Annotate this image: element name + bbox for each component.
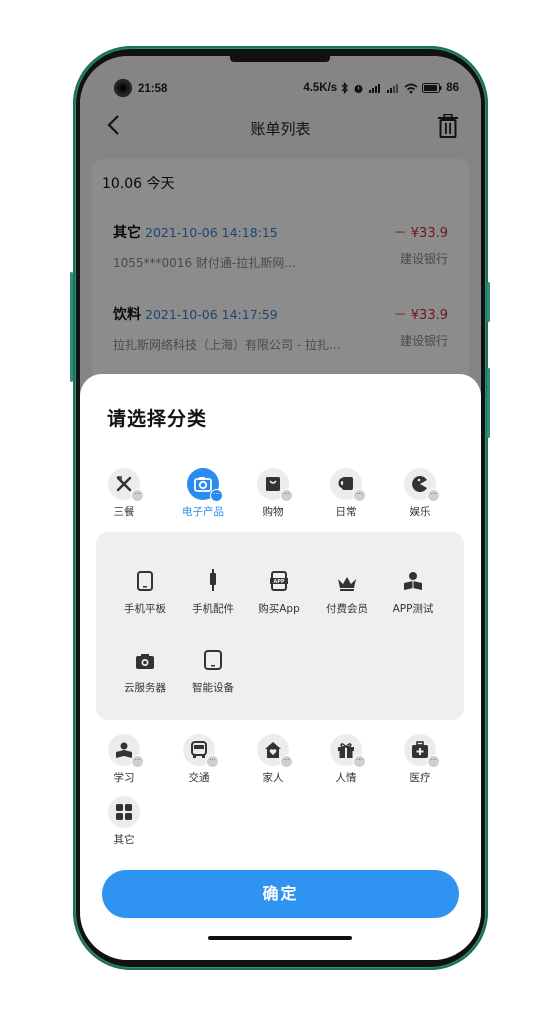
medical-kit-icon: ··· [404,734,440,768]
usb-cable-icon [178,565,248,591]
subcategory-phone-tablet[interactable]: 手机平板 [110,565,180,616]
category-electronics[interactable]: ··· 电子产品 [175,468,231,519]
category-label: 其它 [113,834,135,846]
category-meals[interactable]: ··· 三餐 [96,468,152,519]
category-label: 人情 [335,772,357,784]
more-icon: ··· [131,755,144,768]
speaker-slot [230,56,330,62]
side-button [487,282,490,322]
category-gifts[interactable]: ··· 人情 [318,734,374,785]
more-icon: ··· [427,489,440,502]
subcategory-label: 购买App [258,603,300,615]
svg-text:APP: APP [273,579,285,585]
home-heart-icon: ··· [257,734,293,768]
category-label: 购物 [262,506,284,518]
more-icon: ··· [353,755,366,768]
subcategory-label: APP测试 [392,603,434,615]
category-medical[interactable]: ··· 医疗 [392,734,448,785]
app-badge-icon: APP [244,565,314,591]
category-other[interactable]: 其它 [96,796,152,847]
shopping-bag-icon: ··· [257,468,293,502]
confirm-button[interactable]: 确定 [102,870,459,918]
category-label: 家人 [262,772,284,784]
subcategory-label: 智能设备 [192,682,234,694]
subcategory-label: 云服务器 [124,682,166,694]
category-entertainment[interactable]: ··· 娱乐 [392,468,448,519]
subcategory-smart-device[interactable]: 智能设备 [178,644,248,695]
subcategory-label: 付费会员 [326,603,368,615]
more-icon: ··· [131,489,144,502]
subcategory-cloud-server[interactable]: 云服务器 [110,644,180,695]
fork-knife-icon: ··· [108,468,144,502]
subcategory-paid-member[interactable]: 付费会员 [312,565,382,616]
category-study[interactable]: ··· 学习 [96,734,152,785]
category-family[interactable]: ··· 家人 [245,734,301,785]
camera-icon: ··· [187,468,223,502]
side-button [487,368,490,438]
study-icon: ··· [108,734,144,768]
category-label: 医疗 [409,772,431,784]
grid-icon [108,796,140,828]
category-sheet: 请选择分类 ··· 三餐 ··· 电子产品 ··· 购物 ··· 日常 ··· … [80,374,481,960]
more-icon: ··· [353,489,366,502]
category-label: 学习 [113,772,135,784]
more-icon: ··· [206,755,219,768]
subcategory-buy-app[interactable]: APP 购买App [244,565,314,616]
subcategory-label: 手机配件 [192,603,234,615]
camera-small-icon [110,644,180,670]
category-shopping[interactable]: ··· 购物 [245,468,301,519]
sheet-title: 请选择分类 [107,408,208,430]
more-icon: ··· [280,489,293,502]
subcategory-panel: 手机平板 手机配件 APP 购买App 付费会员 APP测试 云服务器 智能设备 [96,532,464,720]
phone-screen: 21:58 4.5K/s 86 账单列表 10.06 今天 其它 2021-10-… [80,56,481,960]
subcategory-label: 手机平板 [124,603,166,615]
gift-icon: ··· [330,734,366,768]
tablet-icon [110,565,180,591]
subcategory-phone-accessories[interactable]: 手机配件 [178,565,248,616]
pacman-icon: ··· [404,468,440,502]
smart-device-icon [178,644,248,670]
bus-icon: ··· [183,734,219,768]
category-label: 日常 [335,506,357,518]
more-icon: ··· [210,489,223,502]
more-icon: ··· [280,755,293,768]
category-label: 三餐 [113,506,135,518]
side-button [70,272,73,382]
reader-icon [378,565,448,591]
crown-icon [312,565,382,591]
category-label: 电子产品 [182,506,224,518]
category-label: 娱乐 [409,506,431,518]
more-icon: ··· [427,755,440,768]
category-label: 交通 [188,772,210,784]
home-indicator [208,936,352,940]
category-daily[interactable]: ··· 日常 [318,468,374,519]
subcategory-app-testing[interactable]: APP测试 [378,565,448,616]
toilet-paper-icon: ··· [330,468,366,502]
category-transport[interactable]: ··· 交通 [171,734,227,785]
